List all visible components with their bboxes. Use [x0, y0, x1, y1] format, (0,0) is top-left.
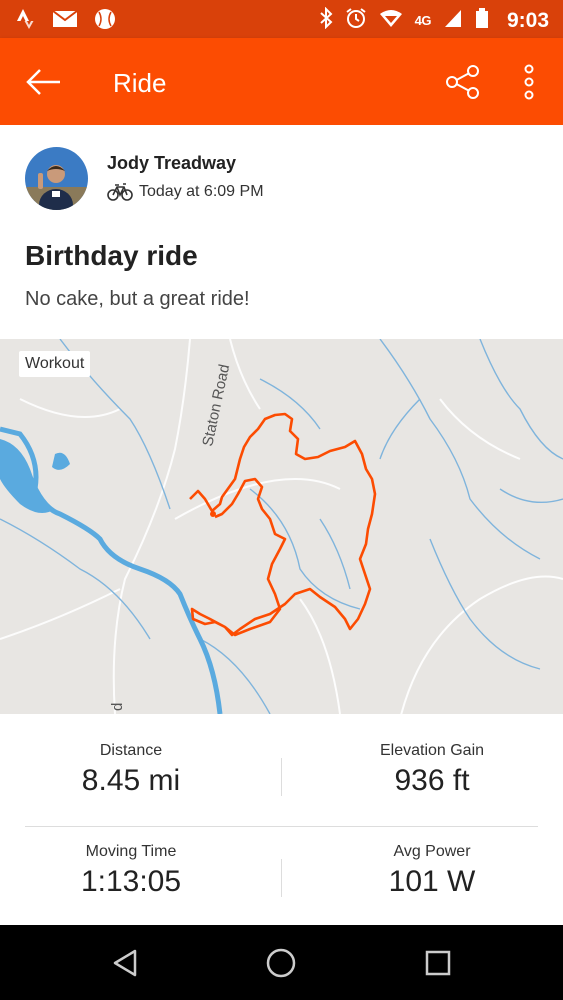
map-label: Workout — [19, 351, 91, 377]
nav-home-button[interactable] — [261, 943, 301, 983]
recents-square-icon — [425, 950, 451, 976]
share-button[interactable] — [440, 62, 486, 102]
activity-description: No cake, but a great ride! — [25, 288, 250, 310]
stat-label: Distance — [99, 742, 163, 759]
status-bar: 4G 9:03 — [0, 0, 563, 38]
back-button[interactable] — [22, 62, 66, 102]
bluetooth-icon — [319, 6, 333, 34]
baseball-icon — [94, 8, 116, 35]
more-vert-icon — [524, 64, 534, 100]
activity-stats: Distance 8.45 mi Elevation Gain 936 ft M… — [0, 714, 563, 925]
avatar[interactable] — [25, 147, 88, 210]
divider — [25, 826, 538, 827]
more-options-button[interactable] — [509, 62, 549, 102]
stat-moving-time: Moving Time 1:13:05 — [0, 843, 262, 899]
bike-icon — [107, 183, 133, 201]
home-circle-icon — [266, 948, 296, 978]
stat-avg-power: Avg Power 101 W — [301, 843, 563, 899]
activity-header: Jody Treadway Today at 6:09 PM Birthday … — [0, 125, 563, 339]
stat-label: Elevation Gain — [379, 742, 485, 759]
athlete-name[interactable]: Jody Treadway — [107, 153, 236, 174]
activity-title: Birthday ride — [25, 240, 198, 271]
route-map[interactable]: Workout Staton Road d — [0, 339, 563, 714]
stat-elevation-gain: Elevation Gain 936 ft — [301, 742, 563, 798]
stat-value: 936 ft — [394, 764, 470, 797]
signal-icon — [443, 8, 463, 33]
activity-time-row: Today at 6:09 PM — [107, 183, 264, 201]
alarm-icon — [345, 7, 367, 34]
nav-recents-button[interactable] — [418, 943, 458, 983]
map-canvas — [0, 339, 563, 714]
strava-icon — [14, 8, 36, 35]
wifi-icon — [379, 8, 403, 33]
status-time: 9:03 — [506, 8, 549, 32]
stat-distance: Distance 8.45 mi — [0, 742, 262, 798]
nav-back-button[interactable] — [105, 943, 145, 983]
network-type: 4G — [414, 13, 432, 28]
share-icon — [446, 65, 479, 99]
divider — [281, 758, 282, 796]
back-arrow-icon — [26, 69, 60, 95]
system-nav-bar — [0, 925, 563, 1000]
stat-value: 8.45 mi — [81, 764, 181, 797]
battery-icon — [475, 7, 489, 34]
stat-label: Avg Power — [393, 843, 471, 860]
divider — [281, 859, 282, 897]
page-title: Ride — [113, 68, 167, 98]
activity-time: Today at 6:09 PM — [139, 183, 264, 200]
stat-label: Moving Time — [85, 843, 177, 860]
mail-icon — [52, 9, 78, 34]
stat-value: 1:13:05 — [80, 865, 182, 898]
back-triangle-icon — [113, 949, 137, 977]
stat-value: 101 W — [388, 865, 476, 898]
app-bar: Ride — [0, 38, 563, 125]
